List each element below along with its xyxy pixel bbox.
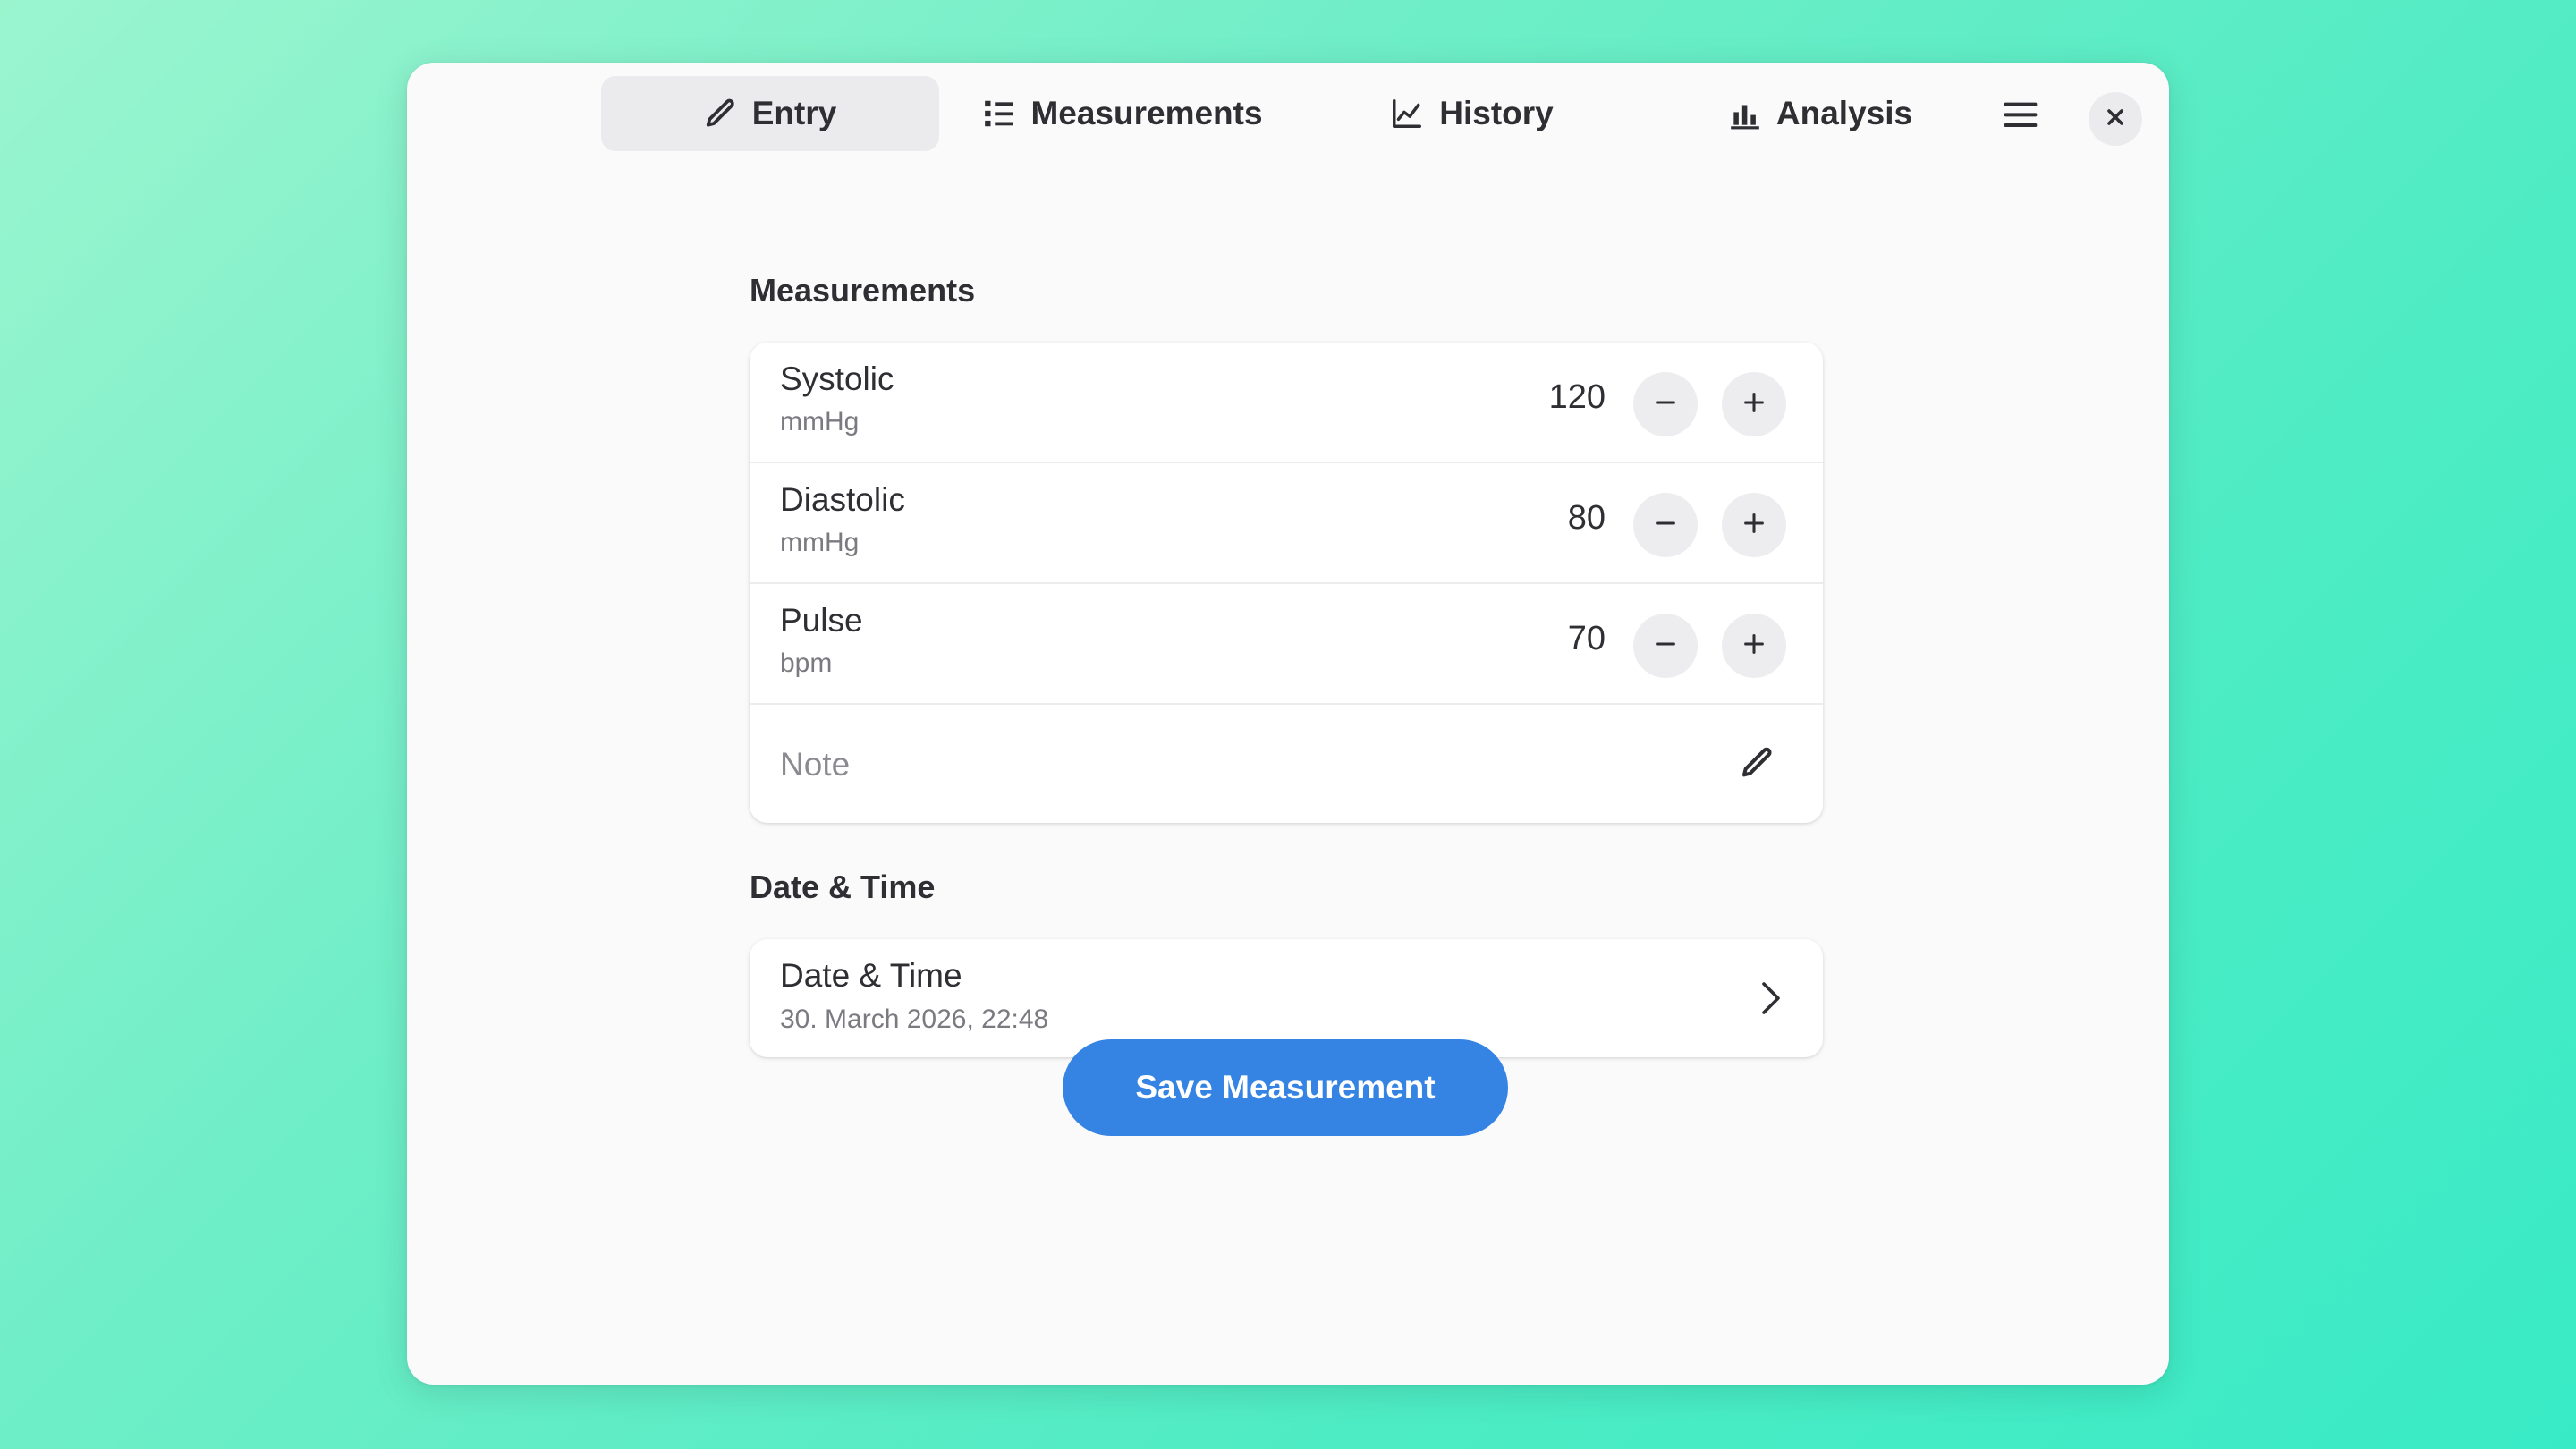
datetime-label: Date & Time xyxy=(780,957,962,994)
systolic-increment-button[interactable] xyxy=(1722,372,1786,436)
measurement-row-systolic: Systolic mmHg 120 xyxy=(750,343,1823,463)
close-icon xyxy=(2105,106,2126,132)
pulse-increment-button[interactable] xyxy=(1722,614,1786,678)
row-unit: mmHg xyxy=(780,528,860,557)
tab-entry-label: Entry xyxy=(751,95,837,131)
minus-icon xyxy=(1654,632,1677,660)
diastolic-increment-button[interactable] xyxy=(1722,493,1786,557)
diastolic-value[interactable]: 80 xyxy=(1534,499,1606,538)
tab-measurements-label: Measurements xyxy=(1030,95,1263,131)
plus-icon xyxy=(1742,632,1766,660)
row-label: Pulse xyxy=(780,602,863,639)
close-button[interactable] xyxy=(2089,92,2142,146)
datetime-section-title: Date & Time xyxy=(750,869,936,905)
row-unit: bpm xyxy=(780,648,833,678)
hamburger-menu-button[interactable] xyxy=(1994,89,2047,143)
tab-bar: Entry Measurements History Analysis xyxy=(407,63,2169,188)
note-edit-button[interactable] xyxy=(1737,744,1778,785)
tab-entry[interactable]: Entry xyxy=(601,76,939,151)
systolic-decrement-button[interactable] xyxy=(1633,372,1698,436)
note-row[interactable]: Note xyxy=(750,705,1823,823)
hamburger-menu-icon xyxy=(2003,99,2038,134)
measurement-row-pulse: Pulse bpm 70 xyxy=(750,584,1823,705)
systolic-value[interactable]: 120 xyxy=(1534,378,1606,417)
plus-icon xyxy=(1742,512,1766,539)
tab-analysis-label: Analysis xyxy=(1775,95,1913,131)
tab-history-label: History xyxy=(1439,95,1554,131)
save-measurement-button[interactable]: Save Measurement xyxy=(1063,1039,1508,1136)
minus-icon xyxy=(1654,512,1677,539)
measurements-card: Systolic mmHg 120 Diastolic mmHg 80 Puls… xyxy=(750,343,1823,823)
chevron-right-icon xyxy=(1753,979,1789,1018)
row-label: Diastolic xyxy=(780,481,905,518)
measurement-row-diastolic: Diastolic mmHg 80 xyxy=(750,463,1823,584)
note-placeholder: Note xyxy=(780,746,851,783)
plus-icon xyxy=(1742,391,1766,419)
tab-analysis[interactable]: Analysis xyxy=(1650,76,1990,151)
pencil-icon xyxy=(704,97,738,131)
app-window: Entry Measurements History Analysis Meas… xyxy=(407,63,2169,1385)
bar-chart-icon xyxy=(1728,97,1762,131)
datetime-value: 30. March 2026, 22:48 xyxy=(780,1004,1049,1034)
diastolic-decrement-button[interactable] xyxy=(1633,493,1698,557)
list-icon xyxy=(982,97,1016,131)
pulse-decrement-button[interactable] xyxy=(1633,614,1698,678)
pencil-icon xyxy=(1740,745,1775,785)
line-chart-icon xyxy=(1389,97,1425,131)
minus-icon xyxy=(1654,391,1677,419)
row-label: Systolic xyxy=(780,360,894,397)
row-unit: mmHg xyxy=(780,407,860,436)
tab-measurements[interactable]: Measurements xyxy=(953,76,1292,151)
tab-history[interactable]: History xyxy=(1301,76,1641,151)
pulse-value[interactable]: 70 xyxy=(1534,620,1606,658)
measurements-section-title: Measurements xyxy=(750,272,976,309)
